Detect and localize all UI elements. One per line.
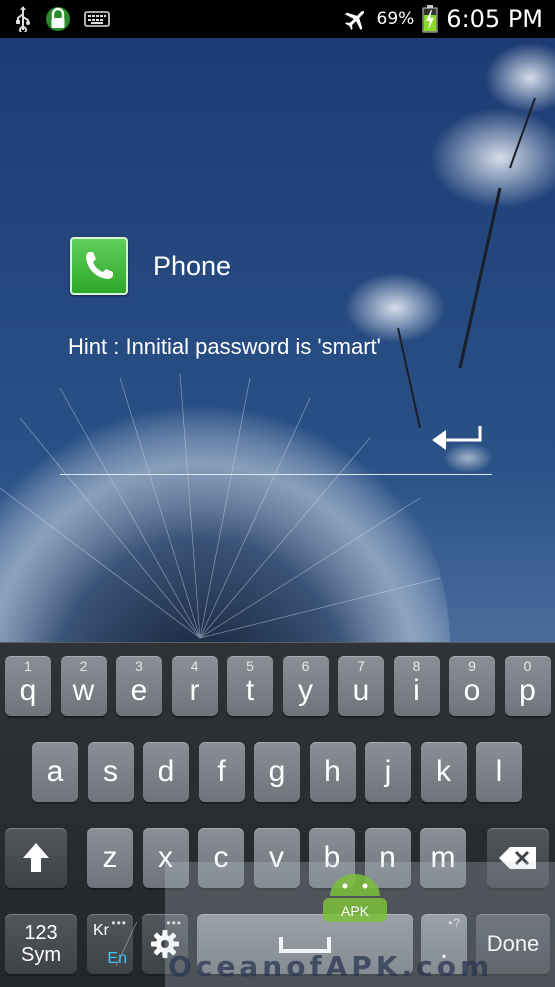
key-hint-number: 6 <box>301 658 310 674</box>
enter-arrow-icon <box>432 426 482 450</box>
key-u[interactable]: 7u <box>338 656 384 716</box>
enter-button[interactable] <box>424 418 488 458</box>
clock-time: 6:05 PM <box>446 5 543 33</box>
svg-text:APK: APK <box>341 903 370 919</box>
lock-icon <box>46 5 70 33</box>
battery-percent: 69% <box>376 9 415 29</box>
key-hint-number: 4 <box>190 658 199 674</box>
key-p[interactable]: 0p <box>504 656 551 716</box>
key-i[interactable]: 8i <box>393 656 440 716</box>
key-hint-number: 0 <box>523 658 532 674</box>
key-hint-number: 9 <box>468 658 476 674</box>
key-f[interactable]: f <box>198 742 245 802</box>
key-hint-number: 7 <box>357 658 365 674</box>
key-label: y <box>298 674 313 707</box>
password-hint: Hint : Innitial password is 'smart' <box>68 334 381 359</box>
shift-icon <box>23 843 49 872</box>
sym-key-line2: Sym <box>21 944 61 966</box>
locked-app-row: Phone <box>70 237 231 295</box>
usb-icon <box>14 6 32 32</box>
key-e[interactable]: 3e <box>116 656 162 716</box>
sym-key[interactable]: 123 Sym <box>5 914 77 974</box>
language-switch-key[interactable]: Kr En ••• <box>84 914 138 974</box>
key-k[interactable]: k <box>420 742 467 802</box>
shift-key[interactable] <box>5 828 67 888</box>
key-w[interactable]: 2w <box>60 656 107 716</box>
key-hint-number: 8 <box>412 658 421 674</box>
key-d[interactable]: d <box>143 742 189 802</box>
key-label: o <box>463 674 481 707</box>
watermark-text: OceanofAPK.com <box>168 950 494 983</box>
airplane-icon <box>343 7 369 31</box>
key-label: u <box>352 674 370 707</box>
key-label: e <box>130 674 148 707</box>
key-s[interactable]: s <box>87 742 134 802</box>
key-hint-number: 2 <box>79 658 88 674</box>
key-hint-number: 3 <box>135 658 143 674</box>
key-a[interactable]: a <box>32 742 78 802</box>
android-badge-icon: APK <box>323 874 387 922</box>
lang-kr-label: Kr <box>93 922 109 939</box>
key-j[interactable]: j <box>365 742 411 802</box>
key-label: t <box>245 674 255 707</box>
key-y[interactable]: 6y <box>282 656 329 716</box>
key-label: i <box>413 674 420 707</box>
key-hint-number: 5 <box>246 658 254 674</box>
key-h[interactable]: h <box>309 742 356 802</box>
key-l[interactable]: l <box>476 742 522 802</box>
key-r[interactable]: 4r <box>171 656 218 716</box>
key-label: p <box>519 674 536 707</box>
status-bar: 69% 6:05 PM <box>0 0 555 38</box>
sym-key-line1: 123 <box>24 922 58 944</box>
phone-icon <box>70 237 128 295</box>
lang-en-label: En <box>107 950 127 967</box>
key-label: w <box>72 674 95 707</box>
key-g[interactable]: g <box>254 742 300 802</box>
key-label: q <box>19 674 37 707</box>
keyboard-icon <box>84 10 110 28</box>
more-dots-icon: ••• <box>111 916 127 930</box>
key-q[interactable]: 1q <box>5 656 51 716</box>
key-z[interactable]: z <box>87 828 133 888</box>
key-o[interactable]: 9o <box>449 656 495 716</box>
key-t[interactable]: 5t <box>227 656 273 716</box>
lock-screen-wallpaper: Phone Hint : Innitial password is 'smart… <box>0 38 555 642</box>
battery-icon <box>422 5 438 33</box>
key-label: r <box>189 674 200 707</box>
app-name: Phone <box>153 250 232 281</box>
key-hint-number: 1 <box>24 658 32 674</box>
